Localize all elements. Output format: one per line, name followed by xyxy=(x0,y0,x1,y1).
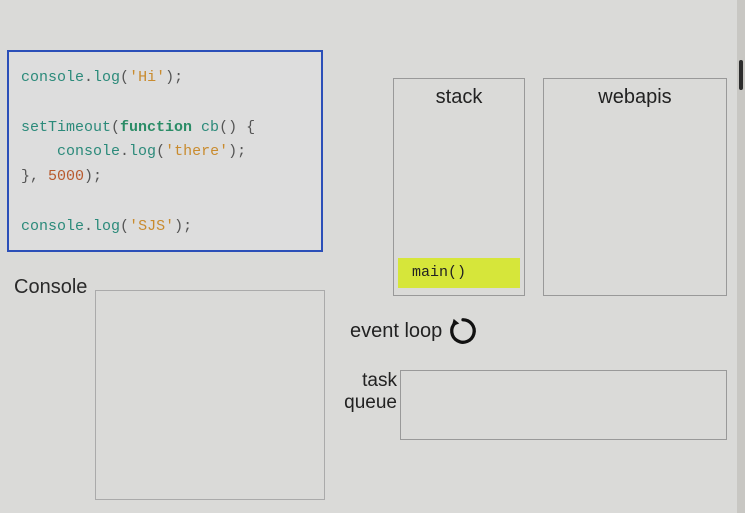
right-edge-marker xyxy=(739,60,743,90)
code-line-1: console.log('Hi'); xyxy=(21,66,309,91)
task-queue-label-line1: task xyxy=(362,370,397,391)
token-number: 5000 xyxy=(48,168,84,185)
token-call: setTimeout xyxy=(21,119,111,136)
webapis-panel xyxy=(543,78,727,296)
code-line-5: console.log('SJS'); xyxy=(21,215,309,240)
code-line-2: setTimeout(function cb() { xyxy=(21,116,309,141)
token-keyword: function xyxy=(120,119,192,136)
webapis-title: webapis xyxy=(543,86,727,109)
token-paren-open: ( xyxy=(156,143,165,160)
token-close: ); xyxy=(228,143,246,160)
token-args: () { xyxy=(219,119,255,136)
console-label: Console xyxy=(14,276,87,299)
token-string: 'there' xyxy=(165,143,228,160)
stack-title: stack xyxy=(393,86,525,109)
token-object: console xyxy=(21,69,84,86)
code-blank-line xyxy=(21,190,309,215)
stack-frame-main: main() xyxy=(398,258,520,288)
token-paren-open: ( xyxy=(120,218,129,235)
code-editor: console.log('Hi'); setTimeout(function c… xyxy=(7,50,323,252)
token-dot: . xyxy=(120,143,129,160)
token-dot: . xyxy=(84,218,93,235)
token-close: ); xyxy=(165,69,183,86)
token-object: console xyxy=(21,218,84,235)
token-paren-open: ( xyxy=(111,119,120,136)
token-paren-open: ( xyxy=(120,69,129,86)
code-line-4: }, 5000); xyxy=(21,165,309,190)
token-indent xyxy=(21,143,57,160)
token-method: log xyxy=(93,69,120,86)
code-line-3: console.log('there'); xyxy=(21,140,309,165)
task-queue-label-line2: queue xyxy=(344,392,397,413)
token-close: ); xyxy=(84,168,102,185)
task-queue-panel xyxy=(400,370,727,440)
token-close: ); xyxy=(174,218,192,235)
console-panel xyxy=(95,290,325,500)
token-dot: . xyxy=(84,69,93,86)
code-blank-line xyxy=(21,91,309,116)
token-method: log xyxy=(129,143,156,160)
loop-icon xyxy=(448,316,478,346)
event-loop-label: event loop xyxy=(350,320,442,343)
token-object: console xyxy=(57,143,120,160)
token-string: 'SJS' xyxy=(129,218,174,235)
token-string: 'Hi' xyxy=(129,69,165,86)
token-fn-name: cb xyxy=(192,119,219,136)
token-method: log xyxy=(93,218,120,235)
task-queue-label: task queue xyxy=(337,370,397,414)
token-close-brace: }, xyxy=(21,168,48,185)
